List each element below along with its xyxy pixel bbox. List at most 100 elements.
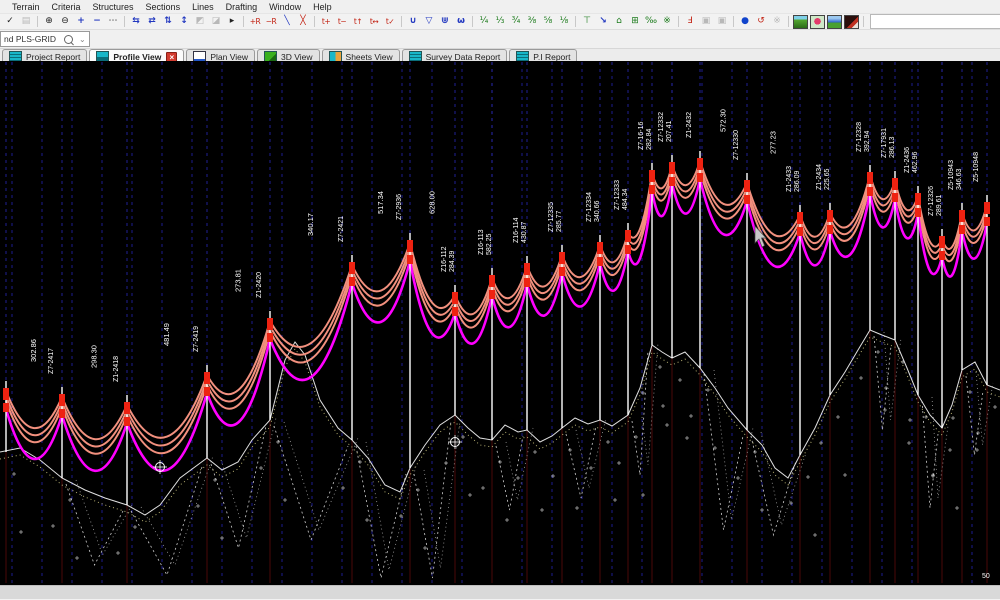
tower-label: Z7-17931: [881, 128, 888, 158]
magnifier-icon[interactable]: [64, 35, 73, 44]
night-view-icon[interactable]: [844, 15, 859, 29]
insulator-bar: [452, 292, 458, 304]
pan-right-icon[interactable]: ⇄: [144, 14, 160, 29]
catenary-icon[interactable]: ω: [453, 14, 469, 29]
toolbar-separator: [678, 16, 679, 27]
fit-height-icon[interactable]: ↕: [176, 14, 192, 29]
span-label: 282.84: [646, 128, 653, 150]
find-toolbar: nd PLS-GRID ⌄: [0, 30, 1000, 49]
tension-icon[interactable]: ▽: [421, 14, 437, 29]
tower-add-icon[interactable]: t+: [318, 14, 334, 29]
ratio-icon-1[interactable]: ¼: [476, 14, 492, 29]
terrain-home-icon[interactable]: ⌂: [611, 14, 627, 29]
tower-move-icon[interactable]: t↔: [366, 14, 382, 29]
insulator-bar: [124, 417, 130, 426]
zoom-out-icon[interactable]: ⊖: [57, 14, 73, 29]
tower-remove-icon[interactable]: t−: [334, 14, 350, 29]
span-label: 277.23: [769, 131, 778, 154]
sag-icon[interactable]: ∪: [405, 14, 421, 29]
side-terrain-line: [576, 418, 606, 488]
tower-raise-icon[interactable]: t↑: [350, 14, 366, 29]
globe-icon[interactable]: ●: [737, 14, 753, 29]
terrain-line: [0, 330, 1000, 515]
notes-icon[interactable]: ※: [659, 14, 675, 29]
table-disabled-icon: ▣: [714, 14, 730, 29]
profile-view-canvas[interactable]: Z7-2415302.86Z7-2417298.30Z1-2418481.49Z…: [0, 61, 1000, 585]
tower-label: Z16-112: [441, 246, 448, 272]
zoom-in-icon[interactable]: ⊕: [41, 14, 57, 29]
insulator-bar: [915, 208, 921, 217]
ratio-icon-3[interactable]: ¾: [508, 14, 524, 29]
tower-label: Z5-10943: [948, 160, 955, 190]
toolbar-separator: [401, 16, 402, 27]
menu-criteria[interactable]: Criteria: [46, 2, 87, 12]
span-label: 225.65: [824, 168, 831, 190]
selection-combo[interactable]: ⌄: [870, 14, 1000, 29]
tower-label: Z16-114: [513, 217, 520, 243]
insulator-bar: [959, 210, 965, 222]
horizontal-scrollbar[interactable]: [0, 585, 1000, 600]
tower-label: Z1-2434: [816, 164, 823, 190]
section-icon[interactable]: ⊤: [579, 14, 595, 29]
add-icon[interactable]: +: [73, 14, 89, 29]
chevron-down-icon[interactable]: ⌄: [79, 35, 86, 44]
ratio-icon-5[interactable]: ⅝: [540, 14, 556, 29]
insulator-bar: [892, 193, 898, 202]
tower-label: Z7-2936: [396, 194, 403, 220]
insulator-bar: [744, 180, 750, 192]
pan-left-icon[interactable]: ⇆: [128, 14, 144, 29]
insulator-bar: [697, 158, 703, 170]
menu-sections[interactable]: Sections: [140, 2, 187, 12]
pls-cadd-window: TerrainCriteriaStructuresSectionsLinesDr…: [0, 0, 1000, 600]
insulator-bar: [669, 162, 675, 174]
tower-label: Z7-2421: [338, 216, 345, 242]
side-terrain-line: [496, 436, 523, 510]
rotate-icon[interactable]: ↺: [753, 14, 769, 29]
insulator-bar: [669, 177, 675, 186]
insulator-bar: [984, 217, 990, 226]
ratio-icon-2[interactable]: ⅓: [492, 14, 508, 29]
line-tool-icon[interactable]: ╲: [279, 14, 295, 29]
add-structure-icon[interactable]: +R: [247, 14, 263, 29]
menu-lines[interactable]: Lines: [186, 2, 220, 12]
scatter-disabled-icon: ※: [769, 14, 785, 29]
find-combobox[interactable]: nd PLS-GRID ⌄: [0, 31, 90, 47]
terrain-view-icon[interactable]: [793, 15, 808, 29]
select-icon[interactable]: ✓: [2, 14, 18, 29]
conductor-curve: [6, 396, 62, 435]
insulator-bar: [984, 202, 990, 214]
ratio-icon-6[interactable]: ⅛: [556, 14, 572, 29]
tower-label: Z1-2432: [686, 112, 693, 138]
insulator-bar: [597, 257, 603, 266]
ratio-icon-4[interactable]: ⅜: [524, 14, 540, 29]
vegetation-view-icon[interactable]: [810, 15, 825, 29]
pan-vertical-icon[interactable]: ⇅: [160, 14, 176, 29]
slope-icon[interactable]: ↘: [595, 14, 611, 29]
sag-multi-icon[interactable]: ⋓: [437, 14, 453, 29]
menu-help[interactable]: Help: [307, 2, 338, 12]
measure-icon[interactable]: ⋯: [105, 14, 121, 29]
menu-structures[interactable]: Structures: [87, 2, 140, 12]
remove-structure-icon[interactable]: −R: [263, 14, 279, 29]
menu-window[interactable]: Window: [263, 2, 307, 12]
menu-drafting[interactable]: Drafting: [220, 2, 264, 12]
menu-terrain[interactable]: Terrain: [6, 2, 46, 12]
insulator-bar: [959, 225, 965, 234]
pointer-icon[interactable]: ▸: [224, 14, 240, 29]
side-terrain-line: [366, 442, 416, 570]
grid-add-icon[interactable]: ⊞: [627, 14, 643, 29]
tower-check-icon[interactable]: t✓: [382, 14, 398, 29]
span-label: 572.30: [719, 109, 728, 132]
side-terrain-line: [211, 426, 266, 548]
insulator-bar: [3, 403, 9, 412]
paste-icon: ▤: [18, 14, 34, 29]
main-toolbar: ✓▤⊕⊖+−⋯⇆⇄⇅↕◩◪▸+R−R╲╳t+t−t↑t↔t✓∪▽⋓ω¼⅓¾⅜⅝⅛…: [0, 13, 1000, 30]
flag-icon[interactable]: Ⅎ: [682, 14, 698, 29]
water-view-icon[interactable]: [827, 15, 842, 29]
subtract-icon[interactable]: −: [89, 14, 105, 29]
span-label: 289.61: [936, 194, 943, 216]
toolbar-separator: [472, 16, 473, 27]
conductor-curve: [700, 161, 747, 205]
delete-tool-icon[interactable]: ╳: [295, 14, 311, 29]
permille-icon[interactable]: ‰: [643, 14, 659, 29]
